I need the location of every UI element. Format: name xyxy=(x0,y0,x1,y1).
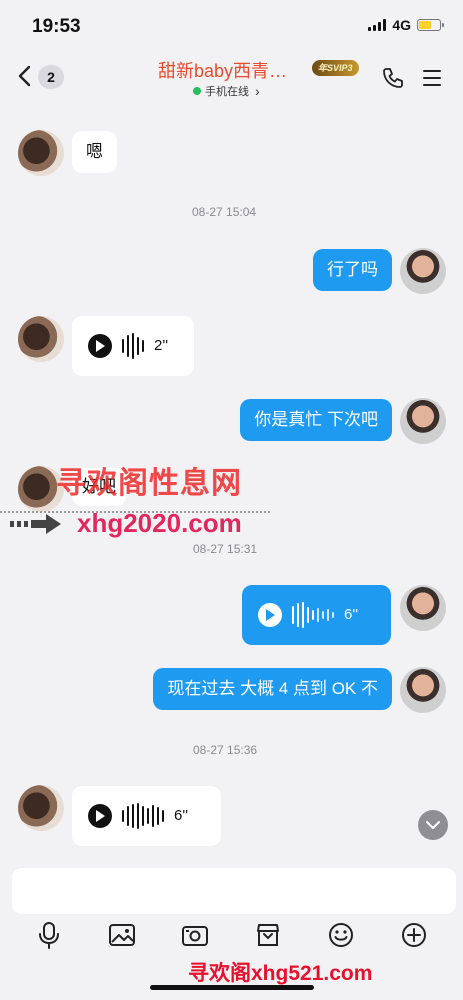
play-icon[interactable] xyxy=(88,334,112,358)
message-bubble[interactable]: 现在过去 大概 4 点到 OK 不 xyxy=(153,668,392,711)
user-avatar[interactable] xyxy=(400,398,446,444)
voice-message-bubble[interactable]: 6'' xyxy=(72,786,221,846)
emoji-icon[interactable] xyxy=(326,920,356,950)
waveform-icon xyxy=(292,602,334,628)
status-bar: 19:53 4G xyxy=(0,0,463,50)
voice-duration: 6'' xyxy=(344,606,359,623)
back-chevron-icon[interactable] xyxy=(14,64,36,88)
contact-avatar[interactable] xyxy=(18,130,64,176)
online-dot-icon xyxy=(193,87,201,95)
contact-avatar[interactable] xyxy=(18,785,64,831)
voice-duration: 2'' xyxy=(154,337,169,354)
contact-avatar[interactable] xyxy=(18,316,64,362)
online-status[interactable]: 手机在线 › xyxy=(193,83,260,99)
message-timestamp: 08-27 15:31 xyxy=(193,542,258,556)
signal-icon xyxy=(368,19,387,31)
gift-box-icon[interactable] xyxy=(253,920,283,950)
image-icon[interactable] xyxy=(107,920,137,950)
chevron-down-icon xyxy=(426,821,440,829)
play-icon[interactable] xyxy=(258,603,282,627)
voice-message-bubble[interactable]: 6'' xyxy=(242,585,391,645)
message-bubble[interactable]: 你是真忙 下次吧 xyxy=(240,399,392,442)
watermark-bottom: 寻欢阁xhg521.com xyxy=(188,962,373,985)
watermark-middle: xhg2020.com xyxy=(77,508,242,538)
network-label: 4G xyxy=(392,17,411,33)
user-avatar[interactable] xyxy=(400,248,446,294)
play-icon[interactable] xyxy=(88,804,112,828)
scroll-to-bottom-button[interactable] xyxy=(418,810,448,840)
plus-icon[interactable] xyxy=(399,920,429,950)
message-bubble[interactable]: 行了吗 xyxy=(313,249,392,292)
unread-count-badge[interactable]: 2 xyxy=(38,65,64,89)
chat-header: 2 甜新baby西青… 年SVIP3 手机在线 › xyxy=(0,50,463,104)
voice-message-bubble[interactable]: 2'' xyxy=(72,316,194,376)
online-status-label: 手机在线 xyxy=(205,86,249,98)
composer-toolbar xyxy=(0,920,463,958)
arrow-right-icon xyxy=(10,514,61,534)
battery-icon xyxy=(417,19,444,31)
status-indicators: 4G xyxy=(368,17,444,33)
watermark-top: 寻欢阁性息网 xyxy=(56,467,242,500)
user-avatar[interactable] xyxy=(400,667,446,713)
status-time: 19:53 xyxy=(32,16,81,37)
waveform-icon xyxy=(122,803,164,829)
microphone-icon[interactable] xyxy=(34,920,64,950)
waveform-icon xyxy=(122,333,144,359)
camera-icon[interactable] xyxy=(180,920,210,950)
chat-title[interactable]: 甜新baby西青… xyxy=(158,57,287,83)
user-avatar[interactable] xyxy=(400,585,446,631)
voice-duration: 6'' xyxy=(174,807,189,824)
message-input[interactable] xyxy=(12,868,456,914)
message-timestamp: 08-27 15:04 xyxy=(192,205,257,219)
vip-badge: 年SVIP3 xyxy=(312,60,359,76)
home-indicator[interactable] xyxy=(150,985,314,990)
phone-icon[interactable] xyxy=(381,66,405,90)
message-timestamp: 08-27 15:36 xyxy=(193,743,258,757)
chevron-right-icon: › xyxy=(255,83,260,99)
menu-icon[interactable] xyxy=(423,70,441,91)
message-bubble[interactable]: 嗯 xyxy=(72,131,117,174)
